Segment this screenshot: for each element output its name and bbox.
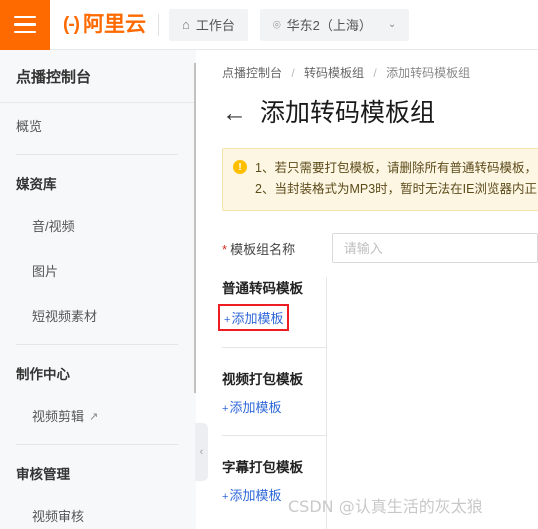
sidebar-separator: [16, 444, 178, 445]
breadcrumb-item-current: 添加转码模板组: [386, 66, 471, 80]
template-group-name-row: * 模板组名称: [222, 233, 538, 263]
breadcrumb-separator: /: [291, 66, 295, 80]
alert-text: 1、若只需要打包模板，请删除所有普通转码模板， 2、当封装格式为MP3时，暂时无…: [255, 158, 537, 200]
section-title: 字幕打包模板: [222, 460, 303, 475]
section-normal-transcode: 普通转码模板 +添加模板: [196, 277, 326, 331]
sidebar-group-production: 制作中心: [16, 367, 70, 382]
hamburger-icon[interactable]: [0, 0, 50, 50]
workbench-label: 工作台: [195, 18, 235, 33]
form-label-text: 模板组名称: [230, 241, 296, 257]
sidebar-item-images[interactable]: 图片: [0, 248, 194, 293]
plus-icon: +: [222, 491, 229, 503]
sidebar-item-short-video-assets[interactable]: 短视频素材: [0, 293, 194, 338]
template-sections: 普通转码模板 +添加模板 视频打包模板 +添加模板 字幕打包模板 +添加模板: [196, 277, 538, 529]
location-pin-icon: ⌾: [272, 17, 281, 32]
breadcrumb: 点播控制台 / 转码模板组 / 添加转码模板组: [196, 50, 538, 81]
header-divider: [157, 13, 159, 36]
breadcrumb-separator: /: [373, 66, 377, 80]
add-template-link-subtitle-package[interactable]: +添加模板: [222, 485, 281, 504]
section-title: 视频打包模板: [222, 372, 303, 387]
plus-icon: +: [222, 403, 229, 415]
warning-alert: ! 1、若只需要打包模板，请删除所有普通转码模板， 2、当封装格式为MP3时，暂…: [222, 148, 538, 211]
section-vertical-divider: [326, 277, 327, 529]
sidebar: 点播控制台 概览 媒资库 音/视频 图片 短视频素材 制作中心 视频剪辑 ↗ 审核…: [0, 50, 195, 529]
aliyun-logo[interactable]: (-) 阿里云: [63, 14, 146, 35]
chevron-down-icon: ⌄: [387, 19, 397, 30]
hamburger-bar: [14, 23, 36, 26]
hamburger-bar: [14, 15, 36, 19]
add-template-link-video-package[interactable]: +添加模板: [222, 397, 281, 416]
section-subtitle-package: 字幕打包模板 +添加模板: [196, 456, 326, 505]
region-selector[interactable]: ⌾ 华东2（上海） ⌄: [259, 8, 410, 41]
main-content: 点播控制台 / 转码模板组 / 添加转码模板组 ← 添加转码模板组 ! 1、若只…: [196, 50, 538, 529]
sidebar-group-media: 媒资库: [16, 177, 57, 192]
template-group-name-label: * 模板组名称: [222, 239, 332, 258]
required-marker: *: [222, 241, 228, 257]
breadcrumb-item-template-group[interactable]: 转码模板组: [304, 66, 364, 80]
external-link-icon: ↗: [89, 411, 99, 423]
region-label: 华东2（上海）: [286, 18, 372, 33]
breadcrumb-item-console[interactable]: 点播控制台: [222, 66, 282, 80]
aliyun-logo-text: 阿里云: [82, 13, 146, 36]
section-video-package: 视频打包模板 +添加模板: [196, 368, 326, 417]
sidebar-item-overview[interactable]: 概览: [0, 103, 194, 148]
page-title-row: ← 添加转码模板组: [196, 81, 538, 126]
warning-icon: !: [233, 160, 247, 174]
home-icon: ⌂: [181, 17, 190, 32]
add-template-link-normal[interactable]: +添加模板: [218, 304, 290, 331]
workbench-button[interactable]: ⌂ 工作台: [168, 8, 248, 41]
alert-line-2: 2、当封装格式为MP3时，暂时无法在IE浏览器内正: [255, 182, 537, 196]
sidebar-collapse-handle[interactable]: ‹: [195, 423, 208, 481]
section-title: 普通转码模板: [222, 281, 303, 296]
top-header: (-) 阿里云 ⌂ 工作台 ⌾ 华东2（上海） ⌄: [0, 0, 538, 50]
alert-line-1: 1、若只需要打包模板，请删除所有普通转码模板，: [255, 161, 537, 175]
page-title: 添加转码模板组: [260, 99, 436, 127]
plus-icon: +: [224, 314, 231, 326]
sidebar-separator: [16, 154, 178, 155]
template-group-name-input[interactable]: [331, 233, 538, 263]
sidebar-item-video-review[interactable]: 视频审核: [0, 493, 194, 529]
sidebar-item-audio-video[interactable]: 音/视频: [0, 203, 194, 248]
add-template-label: 添加模板: [229, 488, 282, 503]
add-template-label: 添加模板: [229, 400, 282, 415]
app-root: (-) 阿里云 ⌂ 工作台 ⌾ 华东2（上海） ⌄ 点播控制台 概览 媒资库 音…: [0, 0, 538, 529]
sidebar-item-label: 视频剪辑: [32, 409, 85, 424]
back-arrow-icon[interactable]: ←: [222, 101, 247, 126]
sidebar-group-review: 审核管理: [16, 467, 70, 482]
hamburger-bar: [14, 30, 36, 34]
sidebar-title: 点播控制台: [0, 50, 194, 103]
aliyun-logo-mark: (-): [63, 14, 80, 35]
add-template-label: 添加模板: [231, 311, 284, 326]
sidebar-separator: [16, 344, 178, 345]
sidebar-item-video-editing[interactable]: 视频剪辑 ↗: [0, 393, 194, 438]
